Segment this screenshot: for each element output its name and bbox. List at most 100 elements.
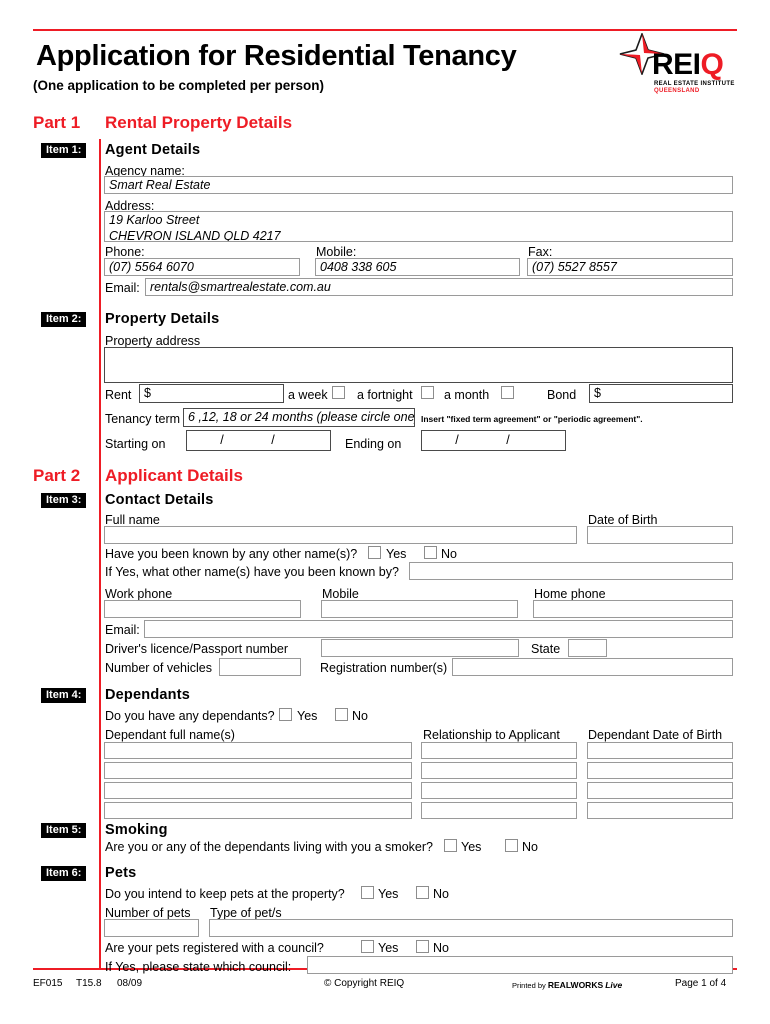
ending-on-input[interactable]: / /	[421, 430, 566, 451]
item6-heading: Pets	[105, 865, 137, 881]
item5-heading: Smoking	[105, 822, 168, 838]
dependants-yes-label: Yes	[297, 709, 318, 723]
state-input[interactable]	[568, 639, 607, 657]
rent-period-month-label: a month	[444, 388, 490, 402]
reiq-logo: REIQ REAL ESTATE INSTITUTE QUEENSLAND	[618, 33, 738, 101]
pets-council-yes-checkbox[interactable]	[361, 940, 374, 953]
table-row[interactable]	[587, 802, 733, 819]
table-row[interactable]	[421, 802, 577, 819]
table-row[interactable]	[104, 782, 412, 799]
smoking-yes-checkbox[interactable]	[444, 839, 457, 852]
pets-council-input[interactable]	[307, 956, 733, 974]
rent-input[interactable]: $	[139, 384, 284, 403]
table-row[interactable]	[421, 762, 577, 779]
agent-mobile-input[interactable]: 0408 338 605	[315, 258, 520, 276]
pets-number-input[interactable]	[104, 919, 199, 937]
pets-council-yes-label: Yes	[378, 941, 399, 955]
smoking-yes-label: Yes	[461, 840, 482, 854]
footer-printed-by: Printed by REALWORKS Live	[512, 980, 622, 990]
pets-council-question: Are your pets registered with a council?	[105, 941, 324, 955]
agent-email-input[interactable]: rentals@smartrealestate.com.au	[145, 278, 733, 296]
table-row[interactable]	[104, 802, 412, 819]
smoking-no-label: No	[522, 840, 538, 854]
agent-mobile-value: 0408 338 605	[320, 260, 397, 274]
applicant-email-input[interactable]	[144, 620, 733, 638]
agent-phone-input[interactable]: (07) 5564 6070	[104, 258, 300, 276]
rent-period-week-checkbox[interactable]	[332, 386, 345, 399]
property-address-label: Property address	[105, 334, 201, 348]
dependants-no-checkbox[interactable]	[335, 708, 348, 721]
vehicles-value	[220, 659, 300, 660]
applicant-mobile-value	[322, 601, 517, 602]
other-names-followup-label: If Yes, what other name(s) have you been…	[105, 565, 399, 579]
pets-yes-label: Yes	[378, 887, 399, 901]
vehicles-input[interactable]	[219, 658, 301, 676]
rent-period-fortnight-checkbox[interactable]	[421, 386, 434, 399]
item2-heading: Property Details	[105, 311, 220, 327]
tenancy-term-input[interactable]: 6 ,12, 18 or 24 months (please circle on…	[183, 408, 415, 427]
reiq-tagline-line2: QUEENSLAND	[654, 88, 700, 94]
table-row[interactable]	[587, 742, 733, 759]
agent-mobile-label: Mobile:	[316, 245, 357, 259]
bond-input[interactable]: $	[589, 384, 733, 403]
footer-printed-by-brand: REALWORKS	[547, 980, 604, 990]
item3-heading: Contact Details	[105, 492, 214, 508]
pets-yes-checkbox[interactable]	[361, 886, 374, 899]
dependants-yes-checkbox[interactable]	[279, 708, 292, 721]
agency-name-input[interactable]: Smart Real Estate	[104, 176, 733, 194]
work-phone-label: Work phone	[105, 587, 173, 601]
pets-type-value	[210, 920, 732, 921]
vehicles-label: Number of vehicles	[105, 661, 212, 675]
other-names-no-label: No	[441, 547, 457, 561]
reiq-wordmark-rei: REI	[652, 48, 701, 81]
full-name-input[interactable]	[104, 526, 577, 544]
starting-on-input[interactable]: / /	[186, 430, 331, 451]
pets-type-input[interactable]	[209, 919, 733, 937]
licence-input[interactable]	[321, 639, 519, 657]
date-of-birth-input[interactable]	[587, 526, 733, 544]
agent-address-line1: 19 Karloo Street	[109, 213, 200, 227]
agent-address-input[interactable]: 19 Karloo Street CHEVRON ISLAND QLD 4217	[104, 211, 733, 242]
item5-badge: Item 5:	[41, 823, 87, 838]
property-address-input[interactable]	[104, 347, 733, 383]
full-name-value	[105, 527, 576, 528]
agent-fax-value: (07) 5527 8557	[532, 260, 617, 274]
pets-no-checkbox[interactable]	[416, 886, 429, 899]
other-names-value	[410, 563, 732, 564]
other-names-input[interactable]	[409, 562, 733, 580]
smoking-no-checkbox[interactable]	[505, 839, 518, 852]
footer-printed-by-prefix: Printed by	[512, 981, 546, 990]
agent-fax-input[interactable]: (07) 5527 8557	[527, 258, 733, 276]
pets-question: Do you intend to keep pets at the proper…	[105, 887, 345, 901]
rent-currency: $	[144, 386, 151, 400]
rent-period-month-checkbox[interactable]	[501, 386, 514, 399]
table-row[interactable]	[104, 742, 412, 759]
dependants-col-relationship-header: Relationship to Applicant	[423, 728, 560, 742]
registration-input[interactable]	[452, 658, 733, 676]
item1-heading: Agent Details	[105, 142, 201, 158]
reiq-tagline: REAL ESTATE INSTITUTE QUEENSLAND	[654, 81, 735, 95]
applicant-mobile-label: Mobile	[322, 587, 359, 601]
item4-heading: Dependants	[105, 687, 190, 703]
tenancy-term-value: 6 ,12, 18 or 24 months (please circle on…	[188, 410, 415, 424]
bond-label: Bond	[547, 388, 577, 402]
other-names-yes-checkbox[interactable]	[368, 546, 381, 559]
table-row[interactable]	[421, 742, 577, 759]
pets-council-no-checkbox[interactable]	[416, 940, 429, 953]
table-row[interactable]	[587, 782, 733, 799]
licence-value	[322, 640, 518, 641]
tenancy-term-note: Insert "fixed term agreement" or "period…	[421, 414, 643, 424]
state-value	[569, 640, 606, 641]
home-phone-input[interactable]	[533, 600, 733, 618]
part1-title: Rental Property Details	[105, 113, 293, 132]
rent-label: Rent	[105, 388, 132, 402]
table-row[interactable]	[587, 762, 733, 779]
other-names-no-checkbox[interactable]	[424, 546, 437, 559]
part1-label: Part 1	[33, 113, 81, 132]
table-row[interactable]	[104, 762, 412, 779]
table-row[interactable]	[421, 782, 577, 799]
work-phone-input[interactable]	[104, 600, 301, 618]
page-title: Application for Residential Tenancy	[36, 40, 517, 72]
applicant-mobile-input[interactable]	[321, 600, 518, 618]
agent-fax-label: Fax:	[528, 245, 553, 259]
